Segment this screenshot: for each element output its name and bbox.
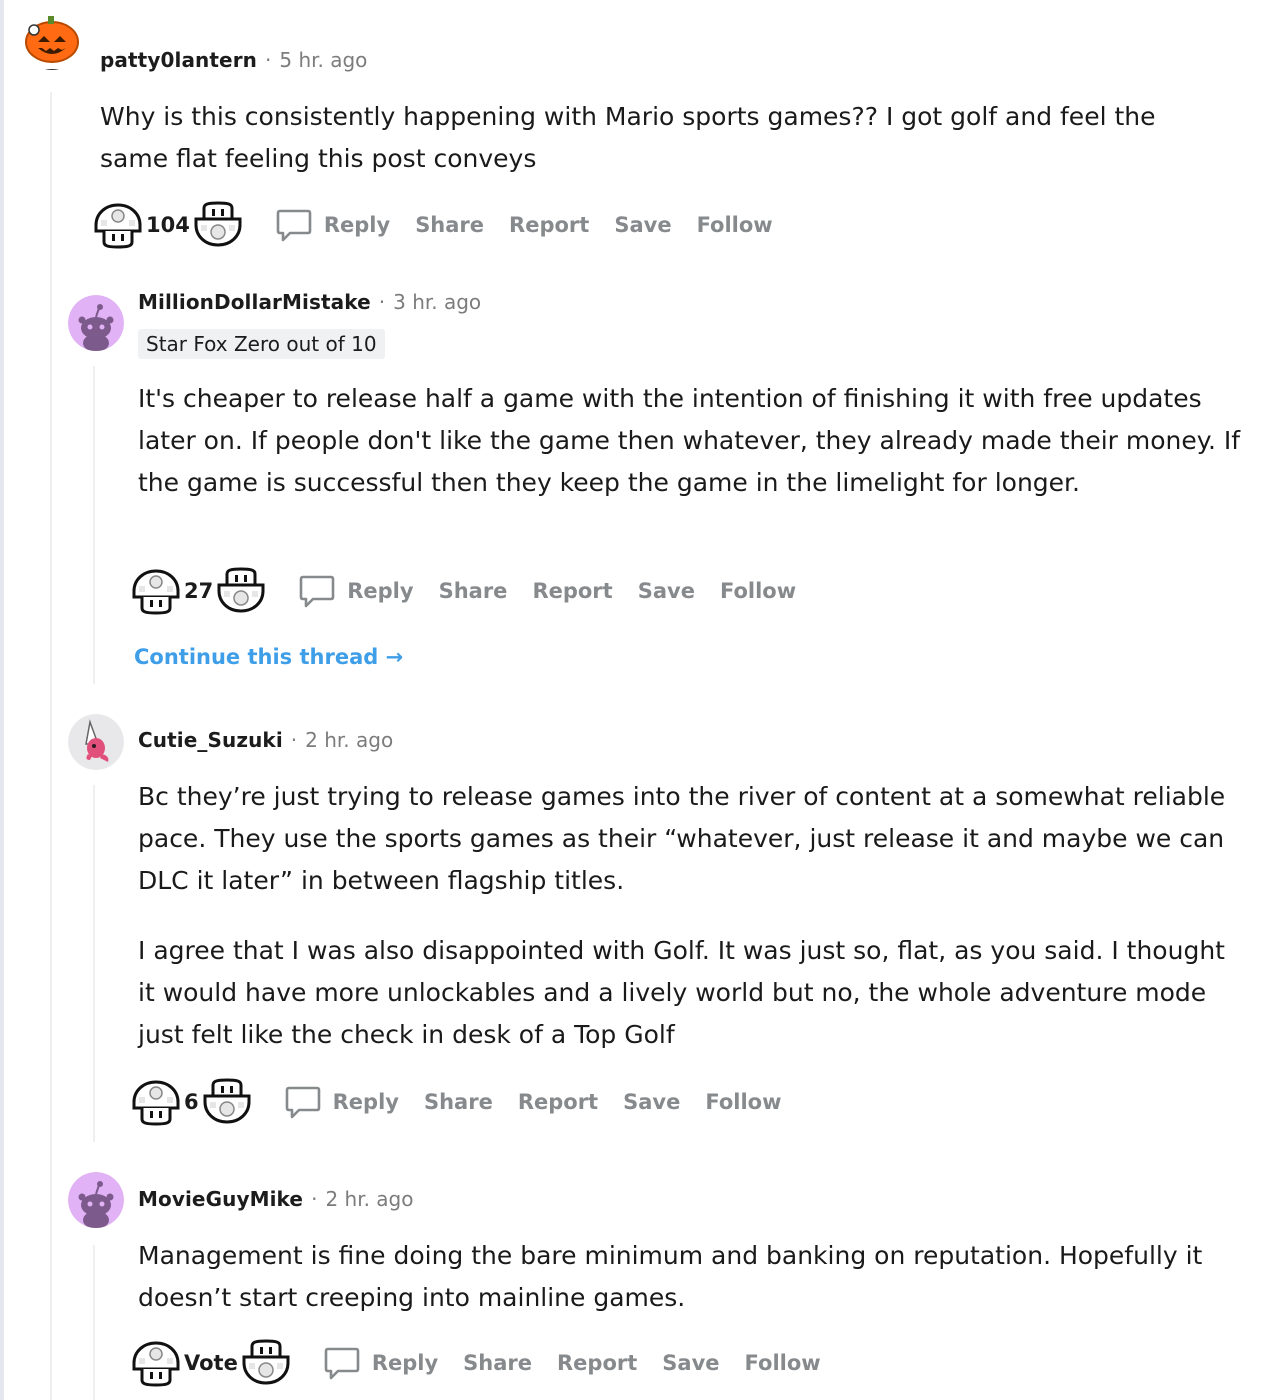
- user-flair: Star Fox Zero out of 10: [138, 329, 385, 359]
- comment-paragraph: Why is this consistently happening with …: [100, 102, 1156, 173]
- comment-body: It's cheaper to release half a game with…: [138, 378, 1248, 504]
- report-button[interactable]: Report: [518, 1090, 598, 1114]
- save-button[interactable]: Save: [623, 1090, 680, 1114]
- timestamp[interactable]: 2 hr. ago: [305, 728, 393, 752]
- vote-count: 6: [184, 1090, 199, 1114]
- downvote-icon[interactable]: [240, 1338, 292, 1388]
- outer-thread-line: [0, 0, 4, 1400]
- comment-meta: patty0lantern · 5 hr. ago: [100, 48, 367, 72]
- reply-button[interactable]: Reply: [324, 213, 390, 237]
- vote-count: 104: [146, 213, 190, 237]
- comment-paragraph: It's cheaper to release half a game with…: [138, 384, 1241, 497]
- avatar[interactable]: [68, 295, 124, 351]
- downvote-icon[interactable]: [201, 1077, 253, 1127]
- separator-dot: ·: [265, 48, 272, 72]
- avatar[interactable]: [68, 714, 124, 770]
- separator-dot: ·: [378, 290, 386, 314]
- comment-actions: 6 Reply Share Report Save Follow: [130, 1077, 807, 1127]
- save-button[interactable]: Save: [662, 1351, 719, 1375]
- thread-line-4[interactable]: [93, 1245, 95, 1400]
- default-snoo-avatar-icon: [68, 1172, 124, 1228]
- comment-meta: MillionDollarMistake · 3 hr. ago: [138, 290, 481, 314]
- comment-paragraph: Bc they’re just trying to release games …: [138, 782, 1226, 895]
- username[interactable]: patty0lantern: [100, 48, 257, 72]
- reply-button[interactable]: Reply: [372, 1351, 438, 1375]
- default-snoo-avatar-icon: [68, 295, 124, 351]
- reply-button[interactable]: Reply: [347, 579, 413, 603]
- comment-meta: Cutie_Suzuki · 2 hr. ago: [138, 728, 393, 752]
- comment-actions: 104 Reply Share Report Save Follow: [92, 200, 798, 250]
- timestamp[interactable]: 3 hr. ago: [393, 290, 481, 314]
- avatar[interactable]: [68, 1172, 124, 1228]
- pink-creature-avatar-icon: [68, 714, 124, 770]
- report-button[interactable]: Report: [509, 213, 589, 237]
- continue-thread-link[interactable]: Continue this thread →: [134, 645, 403, 669]
- arrow-right-icon: →: [385, 645, 404, 669]
- upvote-icon[interactable]: [130, 1338, 182, 1388]
- thread-line-3[interactable]: [93, 785, 95, 1142]
- follow-button[interactable]: Follow: [720, 579, 796, 603]
- downvote-icon[interactable]: [215, 566, 267, 616]
- comment-paragraph: Management is fine doing the bare minimu…: [138, 1241, 1203, 1312]
- follow-button[interactable]: Follow: [697, 213, 773, 237]
- comment-meta: MovieGuyMike · 2 hr. ago: [138, 1187, 413, 1211]
- comment-actions: 27 Reply Share Report Save Follow: [130, 566, 821, 616]
- vote-label: Vote: [184, 1351, 238, 1375]
- thread-line-1[interactable]: [50, 92, 52, 1400]
- report-button[interactable]: Report: [557, 1351, 637, 1375]
- follow-button[interactable]: Follow: [745, 1351, 821, 1375]
- username[interactable]: MillionDollarMistake: [138, 290, 371, 314]
- comment-body: Why is this consistently happening with …: [100, 96, 1210, 180]
- separator-dot: ·: [290, 728, 298, 752]
- report-button[interactable]: Report: [532, 579, 612, 603]
- reply-button[interactable]: Reply: [333, 1090, 399, 1114]
- upvote-icon[interactable]: [130, 566, 182, 616]
- share-button[interactable]: Share: [463, 1351, 532, 1375]
- username[interactable]: MovieGuyMike: [138, 1187, 303, 1211]
- reply-icon[interactable]: [297, 571, 337, 611]
- timestamp[interactable]: 2 hr. ago: [325, 1187, 413, 1211]
- follow-button[interactable]: Follow: [705, 1090, 781, 1114]
- jack-o-lantern-snoo-avatar-icon: [25, 16, 79, 70]
- reply-icon[interactable]: [283, 1082, 323, 1122]
- comment-actions: Vote Reply Share Report Save Follow: [130, 1338, 846, 1388]
- share-button[interactable]: Share: [439, 579, 508, 603]
- comment-body: Bc they’re just trying to release games …: [138, 776, 1248, 1056]
- downvote-icon[interactable]: [192, 200, 244, 250]
- separator-dot: ·: [311, 1187, 318, 1211]
- username[interactable]: Cutie_Suzuki: [138, 728, 283, 752]
- upvote-icon[interactable]: [92, 200, 144, 250]
- avatar[interactable]: [24, 14, 80, 70]
- comment-paragraph: I agree that I was also disappointed wit…: [138, 936, 1225, 1049]
- share-button[interactable]: Share: [424, 1090, 493, 1114]
- continue-thread-label: Continue this thread: [134, 645, 379, 669]
- reply-icon[interactable]: [322, 1343, 362, 1383]
- vote-count: 27: [184, 579, 214, 603]
- timestamp[interactable]: 5 hr. ago: [279, 48, 367, 72]
- save-button[interactable]: Save: [638, 579, 695, 603]
- share-button[interactable]: Share: [415, 213, 484, 237]
- reply-icon[interactable]: [274, 205, 314, 245]
- thread-line-2[interactable]: [93, 366, 95, 684]
- save-button[interactable]: Save: [614, 213, 671, 237]
- upvote-icon[interactable]: [130, 1077, 182, 1127]
- comment-body: Management is fine doing the bare minimu…: [138, 1235, 1248, 1319]
